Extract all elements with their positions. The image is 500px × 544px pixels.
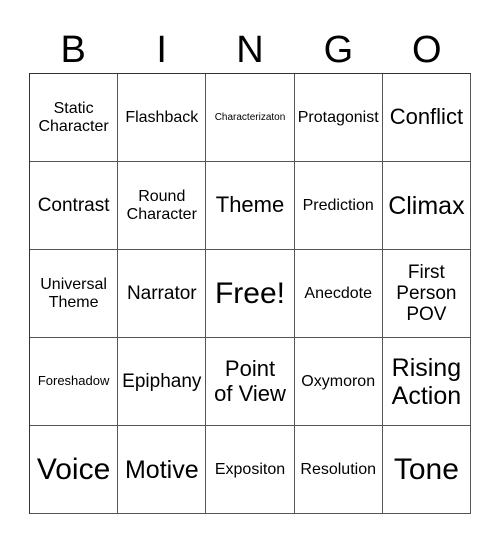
bingo-cell-b1[interactable]: Static Character xyxy=(30,74,119,162)
bingo-grid: Static Character Flashback Characterizaton… xyxy=(29,73,471,514)
bingo-cell-label: Static Character xyxy=(38,99,109,135)
bingo-cell-b4[interactable]: Foreshadow xyxy=(30,338,119,426)
bingo-cell-label: Narrator xyxy=(126,282,197,304)
bingo-cell-i4[interactable]: Epiphany xyxy=(118,338,207,426)
bingo-cell-label: Epiphany xyxy=(122,370,202,392)
bingo-cell-b5[interactable]: Voice xyxy=(30,426,119,514)
header-letter-o: O xyxy=(412,29,442,71)
bingo-cell-n1[interactable]: Characterizaton xyxy=(206,74,295,162)
bingo-cell-o3[interactable]: First Person POV xyxy=(382,250,471,338)
bingo-cell-label: Protagonist xyxy=(297,108,379,126)
bingo-cell-label: Universal Theme xyxy=(40,275,107,311)
bingo-cell-label: Theme xyxy=(215,192,285,218)
header-letter-n: N xyxy=(236,29,264,71)
bingo-cell-label: Flashback xyxy=(125,108,199,126)
bingo-cell-o1[interactable]: Conflict xyxy=(382,74,471,162)
bingo-cell-label: Free! xyxy=(214,276,285,310)
bingo-cell-label: Contrast xyxy=(37,194,110,216)
bingo-cell-o2[interactable]: Climax xyxy=(382,162,471,250)
bingo-cell-label: Voice xyxy=(36,452,111,486)
bingo-header: B I N G O xyxy=(29,27,471,73)
bingo-cell-n2[interactable]: Theme xyxy=(206,162,295,250)
bingo-cell-label: Resolution xyxy=(300,460,376,478)
bingo-cell-o4[interactable]: Rising Action xyxy=(382,338,471,426)
bingo-cell-n3[interactable]: Free! xyxy=(206,250,295,338)
bingo-cell-label: Oxymoron xyxy=(301,372,376,390)
bingo-cell-g1[interactable]: Protagonist xyxy=(294,74,383,162)
bingo-cell-label: First Person POV xyxy=(396,261,457,326)
bingo-cell-g4[interactable]: Oxymoron xyxy=(294,338,383,426)
bingo-cell-i2[interactable]: Round Character xyxy=(118,162,207,250)
bingo-cell-g2[interactable]: Prediction xyxy=(294,162,383,250)
bingo-cell-label: Rising Action xyxy=(391,353,462,410)
bingo-cell-label: Prediction xyxy=(302,196,374,214)
bingo-cell-b3[interactable]: Universal Theme xyxy=(30,250,119,338)
bingo-cell-g5[interactable]: Resolution xyxy=(294,426,383,514)
bingo-cell-label: Foreshadow xyxy=(37,373,110,389)
bingo-cell-label: Tone xyxy=(393,452,459,486)
bingo-cell-label: Characterizaton xyxy=(214,111,286,123)
bingo-cell-label: Motive xyxy=(124,455,199,484)
bingo-cell-label: Climax xyxy=(388,191,465,220)
bingo-cell-label: Point of View xyxy=(214,355,286,406)
header-letter-i: I xyxy=(156,29,167,71)
bingo-cell-n5[interactable]: Expositon xyxy=(206,426,295,514)
bingo-cell-b2[interactable]: Contrast xyxy=(30,162,119,250)
bingo-cell-i5[interactable]: Motive xyxy=(118,426,207,514)
bingo-cell-label: Round Character xyxy=(126,187,197,223)
header-letter-b: B xyxy=(60,29,86,71)
bingo-cell-n4[interactable]: Point of View xyxy=(206,338,295,426)
bingo-cell-g3[interactable]: Anecdote xyxy=(294,250,383,338)
header-letter-g: G xyxy=(323,29,354,71)
bingo-cell-i1[interactable]: Flashback xyxy=(118,74,207,162)
bingo-cell-label: Expositon xyxy=(214,460,286,478)
bingo-cell-i3[interactable]: Narrator xyxy=(118,250,207,338)
bingo-cell-label: Conflict xyxy=(389,104,464,130)
bingo-cell-label: Anecdote xyxy=(304,284,372,302)
bingo-cell-o5[interactable]: Tone xyxy=(382,426,471,514)
